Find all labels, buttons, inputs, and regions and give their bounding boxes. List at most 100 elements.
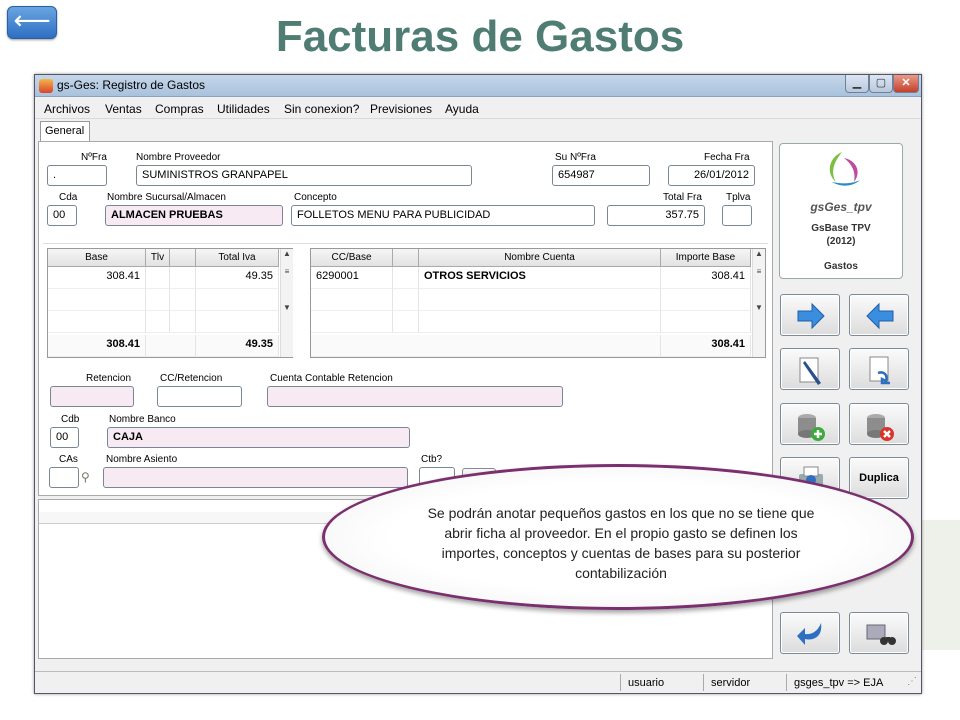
- banco-label: Nombre Banco: [109, 414, 176, 425]
- cuentas-total-importe: 308.41: [661, 335, 751, 357]
- sunfra-label: Su NºFra: [555, 152, 596, 163]
- iva-row2-blank[interactable]: [170, 289, 196, 311]
- cuentas-row3-nombre[interactable]: [419, 311, 661, 333]
- iva-row1-total[interactable]: 49.35: [196, 267, 279, 289]
- asiento-label: Nombre Asiento: [106, 454, 178, 465]
- sucursal-field[interactable]: ALMACEN PRUEBAS: [105, 205, 283, 226]
- add-record-button[interactable]: [780, 403, 840, 445]
- binoculars-icon: [866, 624, 896, 645]
- status-separator: [786, 674, 787, 691]
- close-button[interactable]: ✕: [893, 75, 919, 93]
- logo-year: (2012): [826, 236, 856, 247]
- cc-retencion-field[interactable]: [157, 386, 242, 407]
- iva-total-spacer: [146, 335, 196, 357]
- cuentas-row1-importe[interactable]: 308.41: [661, 267, 751, 289]
- maximize-button[interactable]: ▢: [869, 75, 893, 93]
- menu-bar: Archivos Ventas Compras Utilidades Sin c…: [35, 97, 921, 119]
- cuentas-grid-scrollbar[interactable]: ▲ ≡ ▼: [752, 249, 765, 357]
- cuentas-row1-nombre[interactable]: OTROS SERVICIOS: [419, 267, 661, 289]
- cuentas-header-cc[interactable]: CC/Base: [311, 249, 393, 267]
- menu-ayuda[interactable]: Ayuda: [445, 102, 479, 116]
- arrow-right-icon: [797, 302, 825, 330]
- menu-previsiones[interactable]: Previsiones: [370, 102, 432, 116]
- cas-field[interactable]: [49, 467, 79, 488]
- return-button[interactable]: [780, 612, 840, 654]
- menu-archivos[interactable]: Archivos: [44, 102, 90, 116]
- pencil-document-icon: [799, 357, 821, 385]
- iva-row2-tiv[interactable]: [146, 289, 170, 311]
- status-separator: [620, 674, 621, 691]
- minimize-button[interactable]: ▁: [845, 75, 869, 93]
- edit-button[interactable]: [780, 348, 840, 390]
- cuentas-row2-nombre[interactable]: [419, 289, 661, 311]
- status-bar: usuario servidor gsges_tpv => EJA ⋰: [35, 671, 921, 693]
- menu-ventas[interactable]: Ventas: [105, 102, 142, 116]
- slide-title: Facturas de Gastos: [275, 12, 685, 61]
- menu-compras[interactable]: Compras: [155, 102, 204, 116]
- duplica-button[interactable]: Duplica: [849, 457, 909, 499]
- previous-record-button[interactable]: [849, 294, 909, 336]
- menu-sin-conexion[interactable]: Sin conexion?: [284, 102, 359, 116]
- cuentas-grid: CC/Base Nombre Cuenta Importe Base 62900…: [310, 248, 766, 358]
- tab-general[interactable]: General: [40, 121, 90, 141]
- iva-row2-total[interactable]: [196, 289, 279, 311]
- iva-header-tiv[interactable]: Tlv: [146, 249, 170, 267]
- retencion-field[interactable]: [50, 386, 134, 407]
- cuenta-retencion-field[interactable]: [267, 386, 563, 407]
- nfra-field[interactable]: .: [47, 165, 107, 186]
- cuentas-header-nombre[interactable]: Nombre Cuenta: [419, 249, 661, 267]
- cuentas-header-blank[interactable]: [393, 249, 419, 267]
- divider: [43, 243, 768, 244]
- proveedor-field[interactable]: SUMINISTROS GRANPAPEL: [136, 165, 472, 186]
- cuentas-row2-blank[interactable]: [393, 289, 419, 311]
- search-button[interactable]: [849, 612, 909, 654]
- iva-row3-blank[interactable]: [170, 311, 196, 333]
- cuentas-row3-importe[interactable]: [661, 311, 751, 333]
- banco-field[interactable]: CAJA: [107, 427, 410, 448]
- arrow-left-icon: [866, 302, 894, 330]
- cuentas-total-spacer: [311, 335, 661, 357]
- sunfra-field[interactable]: 654987: [552, 165, 650, 186]
- brand-logo-icon: [829, 152, 860, 186]
- total-field[interactable]: 357.75: [607, 205, 705, 226]
- nfra-label: NºFra: [81, 152, 107, 163]
- iva-row2[interactable]: [48, 289, 146, 311]
- cda-field[interactable]: 00: [47, 205, 77, 226]
- asiento-field[interactable]: [103, 467, 408, 488]
- ctb-label: Ctb?: [421, 454, 443, 465]
- cuentas-row3-blank[interactable]: [393, 311, 419, 333]
- document-undo-icon: [869, 356, 890, 385]
- iva-header-base[interactable]: Base: [48, 249, 146, 267]
- cuentas-row1-blank[interactable]: [393, 267, 419, 289]
- cuentas-header-importe[interactable]: Importe Base: [661, 249, 751, 267]
- iva-header-total[interactable]: Total Iva: [196, 249, 279, 267]
- database-add-icon: [798, 414, 825, 441]
- fecha-field[interactable]: 26/01/2012: [668, 165, 755, 186]
- iva-row1-tiv[interactable]: [146, 267, 170, 289]
- lookup-icon[interactable]: ⚲: [81, 470, 97, 484]
- concepto-label: Concepto: [294, 192, 337, 203]
- iva-row3[interactable]: [48, 311, 146, 333]
- iva-header-blank[interactable]: [170, 249, 196, 267]
- cuentas-row2-importe[interactable]: [661, 289, 751, 311]
- next-record-button[interactable]: [780, 294, 840, 336]
- iva-row1-blank[interactable]: [170, 267, 196, 289]
- undo-button[interactable]: [849, 348, 909, 390]
- menu-utilidades[interactable]: Utilidades: [217, 102, 270, 116]
- cuentas-row2[interactable]: [311, 289, 393, 311]
- resize-grip-icon[interactable]: ⋰: [907, 676, 917, 687]
- status-user: usuario: [628, 677, 665, 689]
- concepto-field[interactable]: FOLLETOS MENU PARA PUBLICIDAD: [291, 205, 595, 226]
- cuentas-row1-cc[interactable]: 6290001: [311, 267, 393, 289]
- iva-row1-base[interactable]: 308.41: [48, 267, 146, 289]
- tplva-field[interactable]: [722, 205, 752, 226]
- iva-row3-total[interactable]: [196, 311, 279, 333]
- iva-row3-tiv[interactable]: [146, 311, 170, 333]
- cdb-field[interactable]: 00: [50, 427, 79, 448]
- window-titlebar: gs-Ges: Registro de Gastos ▁ ▢ ✕: [35, 75, 921, 97]
- cuenta-retencion-label: Cuenta Contable Retencion: [270, 373, 393, 384]
- delete-record-button[interactable]: [849, 403, 909, 445]
- proveedor-label: Nombre Proveedor: [136, 152, 221, 163]
- iva-grid-scrollbar[interactable]: ▲ ≡ ▼: [280, 249, 293, 357]
- cuentas-row3[interactable]: [311, 311, 393, 333]
